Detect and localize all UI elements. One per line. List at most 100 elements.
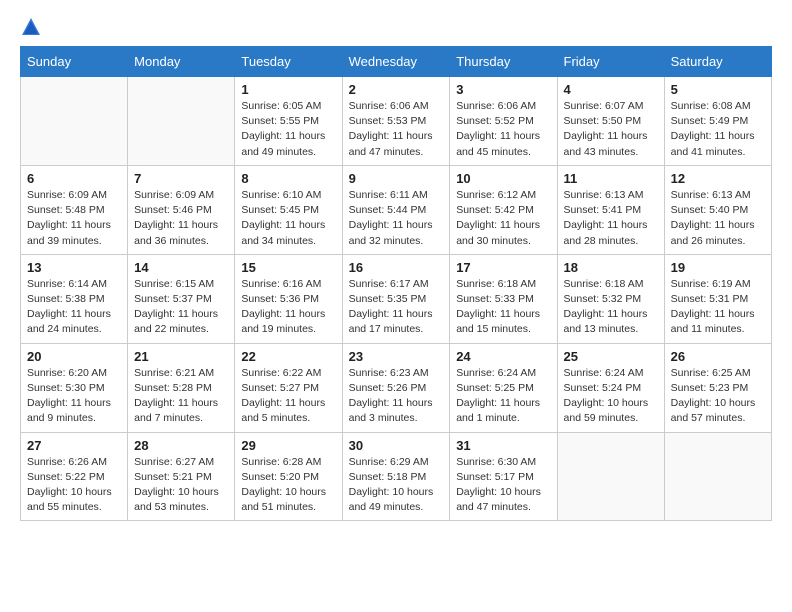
day-number: 8 [241,171,335,186]
calendar-cell: 2 Sunrise: 6:06 AMSunset: 5:53 PMDaylight… [342,77,450,166]
calendar-table: SundayMondayTuesdayWednesdayThursdayFrid… [20,46,772,521]
day-number: 1 [241,82,335,97]
calendar-cell: 16 Sunrise: 6:17 AMSunset: 5:35 PMDayligh… [342,254,450,343]
calendar-week-4: 20 Sunrise: 6:20 AMSunset: 5:30 PMDayligh… [21,343,772,432]
calendar-cell: 23Sunrise: 6:23 AMSunset: 5:26 PMDayligh… [342,343,450,432]
calendar-week-2: 6 Sunrise: 6:09 AMSunset: 5:48 PMDaylight… [21,165,772,254]
calendar-cell: 1Sunrise: 6:05 AMSunset: 5:55 PMDaylight… [235,77,342,166]
day-number: 16 [349,260,444,275]
day-number: 28 [134,438,228,453]
calendar-cell [21,77,128,166]
day-info: Sunrise: 6:16 AMSunset: 5:36 PMDaylight:… [241,277,335,338]
day-info: Sunrise: 6:18 AMSunset: 5:33 PMDaylight:… [456,277,550,338]
logo [20,16,46,38]
day-info: Sunrise: 6:06 AMSunset: 5:53 PMDaylight:… [349,99,444,160]
day-info: Sunrise: 6:10 AMSunset: 5:45 PMDaylight:… [241,188,335,249]
calendar-cell: 17 Sunrise: 6:18 AMSunset: 5:33 PMDayligh… [450,254,557,343]
day-info: Sunrise: 6:28 AMSunset: 5:20 PMDaylight:… [241,455,335,516]
day-info: Sunrise: 6:20 AMSunset: 5:30 PMDaylight:… [27,366,121,427]
weekday-header-saturday: Saturday [664,47,771,77]
day-info: Sunrise: 6:19 AMSunset: 5:31 PMDaylight:… [671,277,765,338]
day-number: 26 [671,349,765,364]
day-info: Sunrise: 6:30 AMSunset: 5:17 PMDaylight:… [456,455,550,516]
calendar-cell: 6 Sunrise: 6:09 AMSunset: 5:48 PMDaylight… [21,165,128,254]
day-number: 18 [564,260,658,275]
calendar-cell: 30 Sunrise: 6:29 AMSunset: 5:18 PMDayligh… [342,432,450,521]
day-info: Sunrise: 6:09 AMSunset: 5:46 PMDaylight:… [134,188,228,249]
calendar-cell: 19 Sunrise: 6:19 AMSunset: 5:31 PMDayligh… [664,254,771,343]
calendar-cell: 28 Sunrise: 6:27 AMSunset: 5:21 PMDayligh… [128,432,235,521]
day-number: 30 [349,438,444,453]
day-number: 17 [456,260,550,275]
day-info: Sunrise: 6:24 AMSunset: 5:25 PMDaylight:… [456,366,550,427]
calendar-cell: 27 Sunrise: 6:26 AMSunset: 5:22 PMDayligh… [21,432,128,521]
day-info: Sunrise: 6:22 AMSunset: 5:27 PMDaylight:… [241,366,335,427]
day-info: Sunrise: 6:13 AMSunset: 5:41 PMDaylight:… [564,188,658,249]
calendar-cell: 24Sunrise: 6:24 AMSunset: 5:25 PMDayligh… [450,343,557,432]
weekday-header-tuesday: Tuesday [235,47,342,77]
calendar-cell: 3 Sunrise: 6:06 AMSunset: 5:52 PMDaylight… [450,77,557,166]
day-info: Sunrise: 6:21 AMSunset: 5:28 PMDaylight:… [134,366,228,427]
calendar-cell: 5Sunrise: 6:08 AMSunset: 5:49 PMDaylight… [664,77,771,166]
calendar-cell [128,77,235,166]
day-number: 21 [134,349,228,364]
day-info: Sunrise: 6:06 AMSunset: 5:52 PMDaylight:… [456,99,550,160]
page-header [20,16,772,38]
calendar-cell: 15 Sunrise: 6:16 AMSunset: 5:36 PMDayligh… [235,254,342,343]
day-info: Sunrise: 6:17 AMSunset: 5:35 PMDaylight:… [349,277,444,338]
calendar-cell: 31 Sunrise: 6:30 AMSunset: 5:17 PMDayligh… [450,432,557,521]
day-number: 13 [27,260,121,275]
day-info: Sunrise: 6:15 AMSunset: 5:37 PMDaylight:… [134,277,228,338]
day-info: Sunrise: 6:25 AMSunset: 5:23 PMDaylight:… [671,366,765,427]
day-number: 15 [241,260,335,275]
day-number: 4 [564,82,658,97]
day-number: 7 [134,171,228,186]
weekday-header-row: SundayMondayTuesdayWednesdayThursdayFrid… [21,47,772,77]
day-number: 27 [27,438,121,453]
calendar-cell: 25 Sunrise: 6:24 AMSunset: 5:24 PMDayligh… [557,343,664,432]
day-number: 31 [456,438,550,453]
logo-icon [20,16,42,38]
day-number: 9 [349,171,444,186]
day-number: 2 [349,82,444,97]
day-info: Sunrise: 6:27 AMSunset: 5:21 PMDaylight:… [134,455,228,516]
calendar-cell: 18Sunrise: 6:18 AMSunset: 5:32 PMDayligh… [557,254,664,343]
day-info: Sunrise: 6:12 AMSunset: 5:42 PMDaylight:… [456,188,550,249]
calendar-cell: 20 Sunrise: 6:20 AMSunset: 5:30 PMDayligh… [21,343,128,432]
day-number: 14 [134,260,228,275]
calendar-cell: 22 Sunrise: 6:22 AMSunset: 5:27 PMDayligh… [235,343,342,432]
calendar-cell: 29 Sunrise: 6:28 AMSunset: 5:20 PMDayligh… [235,432,342,521]
calendar-cell: 8 Sunrise: 6:10 AMSunset: 5:45 PMDaylight… [235,165,342,254]
day-number: 3 [456,82,550,97]
weekday-header-wednesday: Wednesday [342,47,450,77]
day-info: Sunrise: 6:13 AMSunset: 5:40 PMDaylight:… [671,188,765,249]
day-number: 22 [241,349,335,364]
calendar-cell: 12 Sunrise: 6:13 AMSunset: 5:40 PMDayligh… [664,165,771,254]
day-info: Sunrise: 6:26 AMSunset: 5:22 PMDaylight:… [27,455,121,516]
day-number: 23 [349,349,444,364]
calendar-week-5: 27 Sunrise: 6:26 AMSunset: 5:22 PMDayligh… [21,432,772,521]
day-info: Sunrise: 6:14 AMSunset: 5:38 PMDaylight:… [27,277,121,338]
day-number: 20 [27,349,121,364]
calendar-cell: 4 Sunrise: 6:07 AMSunset: 5:50 PMDaylight… [557,77,664,166]
calendar-cell: 11Sunrise: 6:13 AMSunset: 5:41 PMDayligh… [557,165,664,254]
day-number: 10 [456,171,550,186]
weekday-header-thursday: Thursday [450,47,557,77]
day-info: Sunrise: 6:11 AMSunset: 5:44 PMDaylight:… [349,188,444,249]
day-number: 29 [241,438,335,453]
calendar-week-1: 1Sunrise: 6:05 AMSunset: 5:55 PMDaylight… [21,77,772,166]
day-number: 6 [27,171,121,186]
day-info: Sunrise: 6:07 AMSunset: 5:50 PMDaylight:… [564,99,658,160]
day-number: 12 [671,171,765,186]
weekday-header-monday: Monday [128,47,235,77]
day-number: 25 [564,349,658,364]
calendar-cell: 21 Sunrise: 6:21 AMSunset: 5:28 PMDayligh… [128,343,235,432]
calendar-cell: 9 Sunrise: 6:11 AMSunset: 5:44 PMDaylight… [342,165,450,254]
day-number: 19 [671,260,765,275]
day-number: 5 [671,82,765,97]
day-info: Sunrise: 6:29 AMSunset: 5:18 PMDaylight:… [349,455,444,516]
day-info: Sunrise: 6:24 AMSunset: 5:24 PMDaylight:… [564,366,658,427]
day-info: Sunrise: 6:09 AMSunset: 5:48 PMDaylight:… [27,188,121,249]
calendar-cell: 26 Sunrise: 6:25 AMSunset: 5:23 PMDayligh… [664,343,771,432]
calendar-cell: 13 Sunrise: 6:14 AMSunset: 5:38 PMDayligh… [21,254,128,343]
